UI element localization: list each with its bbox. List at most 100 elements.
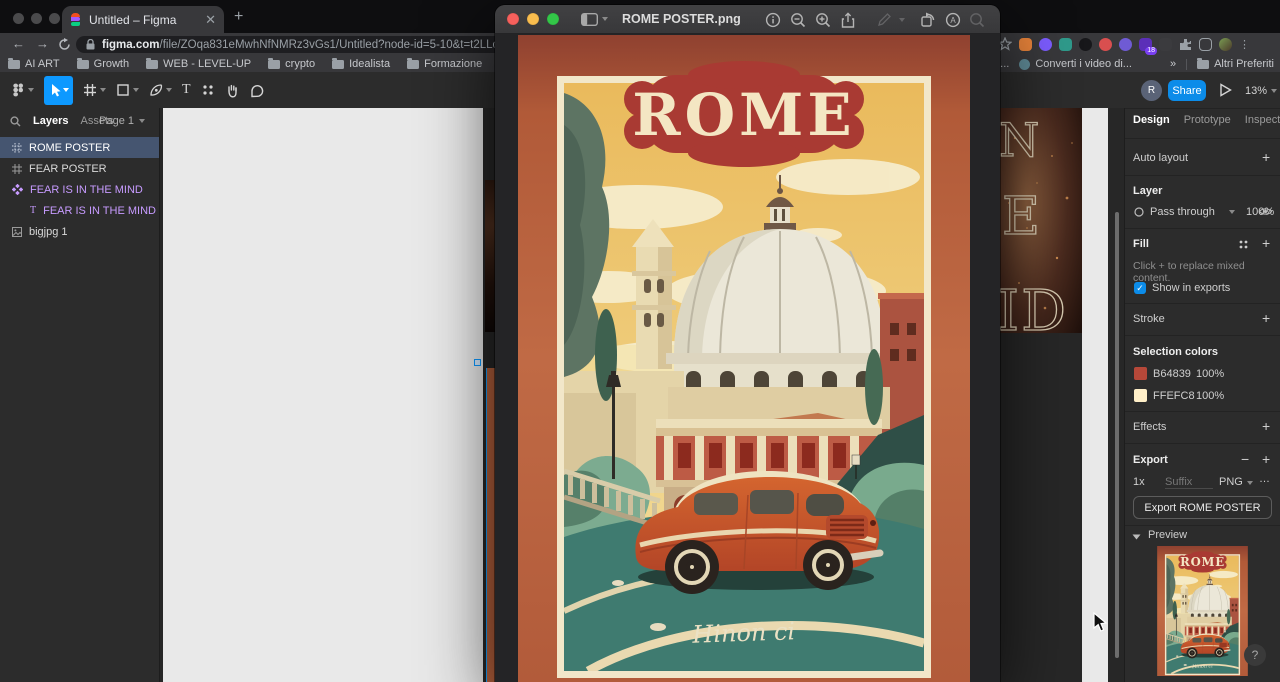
color-hex[interactable]: B64839 (1153, 368, 1191, 380)
pen-tool-button[interactable] (144, 72, 177, 108)
window-controls[interactable] (13, 11, 67, 29)
page-selector[interactable]: Page 1 (99, 108, 145, 134)
zoom-control[interactable]: 13% (1245, 80, 1277, 101)
markup-pencil-icon[interactable] (877, 12, 892, 27)
profile-avatar[interactable] (1219, 38, 1232, 51)
zoom-window-icon[interactable] (547, 13, 559, 25)
fill-add-icon[interactable]: + (1262, 238, 1270, 248)
color-opacity[interactable]: 100% (1196, 390, 1224, 402)
selection-handle[interactable] (474, 359, 481, 366)
tab-prototype[interactable]: Prototype (1184, 114, 1231, 126)
show-in-exports-checkbox[interactable]: ✓ (1134, 282, 1146, 294)
extension-icon[interactable] (1099, 38, 1112, 51)
export-more-icon[interactable]: … (1259, 473, 1271, 485)
extension-icon[interactable] (1019, 38, 1032, 51)
preview-window-titlebar[interactable]: ROME POSTER.png (495, 5, 1000, 34)
minimize-icon[interactable] (527, 13, 539, 25)
blend-mode-icon[interactable] (1134, 207, 1144, 217)
shape-tool-button[interactable] (111, 72, 144, 108)
layer-row-image[interactable]: bigjpg 1 (0, 221, 159, 242)
help-button[interactable]: ? (1244, 644, 1266, 666)
tab-layers[interactable]: Layers (33, 115, 68, 127)
search-icon[interactable] (10, 116, 21, 127)
extension-icon[interactable] (1119, 38, 1132, 51)
close-icon[interactable] (507, 13, 519, 25)
color-swatch-red[interactable] (1134, 367, 1147, 380)
tab-inspect[interactable]: Inspect (1245, 114, 1280, 126)
back-icon[interactable]: ← (12, 36, 25, 51)
resources-button[interactable] (196, 72, 220, 108)
tab-design[interactable]: Design (1133, 114, 1170, 126)
bookmark-item[interactable]: AI ART (8, 58, 60, 70)
comment-tool-button[interactable] (244, 72, 269, 108)
text-tool-button[interactable]: T (177, 72, 196, 108)
fill-styles-icon[interactable] (1238, 239, 1249, 250)
layer-row-component[interactable]: FEAR IS IN THE MIND (0, 179, 159, 200)
extension-icon[interactable] (1039, 38, 1052, 51)
bookmark-item[interactable]: Converti i video di... (1019, 58, 1132, 70)
bookmark-item[interactable]: Formazione (407, 58, 482, 70)
bookmark-item[interactable]: Idealista (332, 58, 390, 70)
effects-add-icon[interactable]: + (1262, 421, 1270, 431)
present-play-icon[interactable] (1219, 83, 1232, 97)
export-format[interactable]: PNG (1219, 476, 1243, 488)
panel-scrollbar[interactable] (1115, 212, 1119, 658)
canvas-frame-white[interactable] (163, 108, 483, 682)
bookmark-item[interactable]: Growth (77, 58, 129, 70)
export-button[interactable]: Export ROME POSTER (1133, 496, 1272, 519)
puzzle-extensions-icon[interactable] (1179, 38, 1192, 51)
export-add-icon[interactable]: + (1262, 454, 1270, 464)
window-minimize-icon[interactable] (31, 13, 42, 24)
annotate-icon[interactable]: A (945, 12, 961, 28)
layer-row-fear-poster[interactable]: FEAR POSTER (0, 158, 159, 179)
color-hex[interactable]: FFEFC8 (1153, 390, 1195, 402)
window-zoom-icon[interactable] (49, 13, 60, 24)
extension-icon[interactable] (1059, 38, 1072, 51)
hand-tool-button[interactable] (220, 72, 244, 108)
user-avatar[interactable]: R (1141, 80, 1162, 101)
bookmark-star-icon[interactable] (998, 37, 1012, 51)
export-scale[interactable]: 1x (1133, 476, 1145, 488)
share-icon[interactable] (840, 12, 856, 29)
chevron-down-icon[interactable] (602, 17, 608, 21)
bookmark-item[interactable]: WEB - LEVEL-UP (146, 58, 251, 70)
forward-icon[interactable]: → (36, 36, 49, 51)
auto-layout-add-icon[interactable]: + (1262, 152, 1270, 162)
eye-visibility-icon[interactable] (1259, 207, 1272, 216)
browser-tab[interactable]: Untitled – Figma ✕ (62, 6, 224, 33)
share-button[interactable]: Share (1168, 80, 1206, 101)
bookmark-item[interactable]: Altri Preferiti (1197, 58, 1274, 70)
bookmarks-overflow-chevron[interactable]: » (1170, 58, 1176, 70)
color-swatch-cream[interactable] (1134, 389, 1147, 402)
markup-chevron-icon[interactable] (899, 18, 905, 22)
preview-window[interactable]: ROME POSTER.png (495, 5, 1000, 682)
layer-row-text[interactable]: T FEAR IS IN THE MIND (0, 200, 159, 221)
color-opacity[interactable]: 100% (1196, 368, 1224, 380)
layer-row-rome-poster[interactable]: ROME POSTER (0, 137, 159, 158)
split-view-icon[interactable] (1199, 38, 1212, 51)
fear-poster-canvas-fragment[interactable]: N E ID (997, 108, 1082, 333)
search-icon[interactable] (969, 12, 985, 28)
zoom-in-icon[interactable] (815, 12, 831, 28)
rotate-icon[interactable] (920, 12, 936, 28)
blend-mode-value[interactable]: Pass through (1150, 206, 1215, 218)
sidebar-toggle-icon[interactable] (581, 13, 598, 26)
info-icon[interactable] (765, 12, 781, 28)
export-remove-icon[interactable]: − (1241, 454, 1249, 464)
canvas-frame-white-right[interactable] (1082, 108, 1108, 682)
move-tool-button[interactable] (44, 76, 73, 105)
extension-icon-badged[interactable]: 18 (1139, 38, 1152, 51)
browser-menu-icon[interactable]: ⋮ (1239, 38, 1250, 51)
bookmark-item[interactable]: crypto (268, 58, 315, 70)
main-menu-button[interactable] (6, 72, 39, 108)
export-suffix-input[interactable] (1165, 476, 1213, 489)
new-tab-button[interactable]: + (234, 8, 243, 26)
window-close-icon[interactable] (13, 13, 24, 24)
reload-icon[interactable] (58, 38, 71, 51)
stroke-add-icon[interactable]: + (1262, 313, 1270, 323)
tab-close-icon[interactable]: ✕ (205, 12, 216, 28)
preview-disclosure-icon[interactable] (1133, 535, 1141, 540)
extension-icon[interactable] (1079, 38, 1092, 51)
frame-tool-button[interactable] (78, 72, 111, 108)
zoom-out-icon[interactable] (790, 12, 806, 28)
